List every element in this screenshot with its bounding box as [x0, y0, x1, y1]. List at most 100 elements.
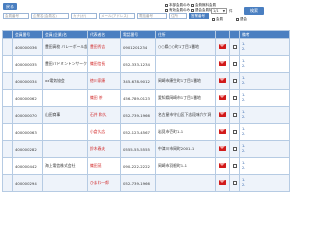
mail-icon[interactable] [219, 95, 226, 100]
table-row[interactable]: 400000070 山田商事 石井 和久 052-739-1966 名古屋市守山区下志段… [2, 106, 290, 124]
checkbox-icon[interactable] [232, 129, 237, 134]
table-row[interactable]: 400000035 豊田バドミントンサークル 織田信長 052-333-1234 1. 2… [2, 55, 290, 73]
table-row[interactable]: 400000282 鈴木春夫 0555-55-5555 中津川市岡町2001-1 1. 2… [2, 140, 290, 158]
address-field[interactable]: 住所 [169, 13, 187, 19]
rep-name[interactable]: ひまわ一郎 [87, 174, 121, 192]
member-number-field[interactable]: 会員番号 [3, 13, 29, 19]
checkbox-icon[interactable] [232, 146, 237, 151]
note-cell: 1. 2. [239, 157, 290, 175]
row-check-cell[interactable] [229, 89, 240, 107]
mail-icon[interactable] [219, 44, 226, 49]
checkbox-icon[interactable] [232, 61, 237, 66]
chevron-down-icon: ▼ [222, 9, 225, 13]
valid-checkbox[interactable]: 有効会員のみ [165, 8, 190, 13]
checkbox-icon[interactable] [232, 95, 237, 100]
row-select-cell[interactable] [2, 72, 13, 90]
checkbox-icon[interactable] [232, 180, 237, 185]
email-field[interactable]: メール(アドレス) [99, 13, 135, 19]
table-row[interactable]: 400000294 ひまわ一郎 052-739-1966 1. 2. [2, 174, 290, 192]
kana-field[interactable]: カナ(ｶﾅ) [71, 13, 97, 19]
tel: 0555-55-5555 [120, 140, 156, 158]
page-select[interactable]: 1/1 ▼ [211, 8, 227, 14]
checkbox-icon [165, 8, 168, 12]
col-number[interactable]: 会員番号 [12, 30, 43, 39]
mail-cell[interactable] [215, 140, 230, 158]
note-line-2: 2. [242, 149, 246, 153]
row-check-cell[interactable] [229, 174, 240, 192]
table-row[interactable]: 400000034 xx電気協会 徳川家康 345-678-9012 岡崎市康生町1丁目… [2, 72, 290, 90]
col-tel[interactable]: 電話番号 [120, 30, 156, 39]
company-name: 海上電信株式会社 [42, 157, 88, 175]
rep-name[interactable]: 小倉久広 [87, 123, 121, 141]
mail-icon[interactable] [219, 163, 226, 168]
row-select-cell[interactable] [2, 106, 13, 124]
business-number-field[interactable]: 営業番号 [189, 13, 209, 19]
table-row[interactable]: 400000036 豊田高校 バレーボール部 豊田秀吉 0901201234 ○○県○○… [2, 38, 290, 56]
mail-icon[interactable] [219, 129, 226, 134]
mail-cell[interactable] [215, 55, 230, 73]
row-check-cell[interactable] [229, 140, 240, 158]
mail-icon[interactable] [219, 112, 226, 117]
table-row[interactable]: 400000442 海上電信株式会社 織田茂 090-222-2222 岡崎市羽根町1-… [2, 157, 290, 175]
col-select [2, 30, 13, 39]
rep-name[interactable]: 織田茂 [87, 157, 121, 175]
row-select-cell[interactable] [2, 140, 13, 158]
mail-icon[interactable] [219, 61, 226, 66]
checkbox-icon[interactable] [232, 78, 237, 83]
row-check-cell[interactable] [229, 157, 240, 175]
note-cell: 1. 2. [239, 72, 290, 90]
mail-cell[interactable] [215, 38, 230, 56]
rep-name[interactable]: 織田信長 [87, 55, 121, 73]
table-row[interactable]: 400000062 織田 茶 456-789-0123 愛知県岡崎市1丁目1番地 1. 2… [2, 89, 290, 107]
tel: 052-333-1234 [120, 55, 156, 73]
row-select-cell[interactable] [2, 89, 13, 107]
rep-name[interactable]: 徳川家康 [87, 72, 121, 90]
company-name: xx電気協会 [42, 72, 88, 90]
address [155, 55, 216, 73]
mail-cell[interactable] [215, 123, 230, 141]
mail-icon[interactable] [219, 180, 226, 185]
row-select-cell[interactable] [2, 174, 13, 192]
mail-icon[interactable] [219, 78, 226, 83]
mail-icon[interactable] [219, 146, 226, 151]
note-cell: 1. 2. [239, 106, 290, 124]
mail-cell[interactable] [215, 157, 230, 175]
col-company[interactable]: 会員(企業)名 [42, 30, 88, 39]
back-button[interactable]: 戻る [3, 3, 17, 10]
phone-field[interactable]: 電話番号 [137, 13, 167, 19]
row-select-cell[interactable] [2, 55, 13, 73]
note-line-2: 2. [242, 64, 246, 68]
search-button[interactable]: 検索 [244, 7, 264, 15]
mail-cell[interactable] [215, 174, 230, 192]
mail-cell[interactable] [215, 72, 230, 90]
row-select-cell[interactable] [2, 123, 13, 141]
checkbox-icon[interactable] [232, 44, 237, 49]
table-row[interactable]: 400000063 小倉久広 052-123-4567 岩見市壱町1-1 1. 2. [2, 123, 290, 141]
row-check-cell[interactable] [229, 72, 240, 90]
row-select-cell[interactable] [2, 38, 13, 56]
col-rep[interactable]: 代表者名 [87, 30, 121, 39]
extra-checkbox[interactable]: 退会 [236, 17, 247, 22]
checkbox-icon [165, 3, 168, 7]
member-checkbox[interactable]: 会員 [212, 17, 223, 22]
rep-name[interactable]: 石井 和久 [87, 106, 121, 124]
checkbox-icon [212, 17, 215, 21]
checkbox-icon[interactable] [232, 112, 237, 117]
rep-name[interactable]: 豊田秀吉 [87, 38, 121, 56]
company-name-field[interactable]: 企業名(会員名) [31, 13, 69, 19]
checkbox-icon[interactable] [232, 163, 237, 168]
hq-label: 本部会員のみ [169, 3, 190, 7]
mail-cell[interactable] [215, 89, 230, 107]
row-select-cell[interactable] [2, 157, 13, 175]
row-check-cell[interactable] [229, 38, 240, 56]
rep-name[interactable]: 織田 茶 [87, 89, 121, 107]
page-select-value: 1/1 [213, 9, 219, 13]
col-address[interactable]: 住所 [155, 30, 216, 39]
row-check-cell[interactable] [229, 55, 240, 73]
mail-cell[interactable] [215, 106, 230, 124]
rep-name[interactable]: 鈴木春夫 [87, 140, 121, 158]
row-check-cell[interactable] [229, 123, 240, 141]
checkbox-icon [191, 3, 194, 7]
row-check-cell[interactable] [229, 106, 240, 124]
member-table: 会員番号 会員(企業)名 代表者名 電話番号 住所 備考 400000036 豊田… [2, 30, 290, 192]
